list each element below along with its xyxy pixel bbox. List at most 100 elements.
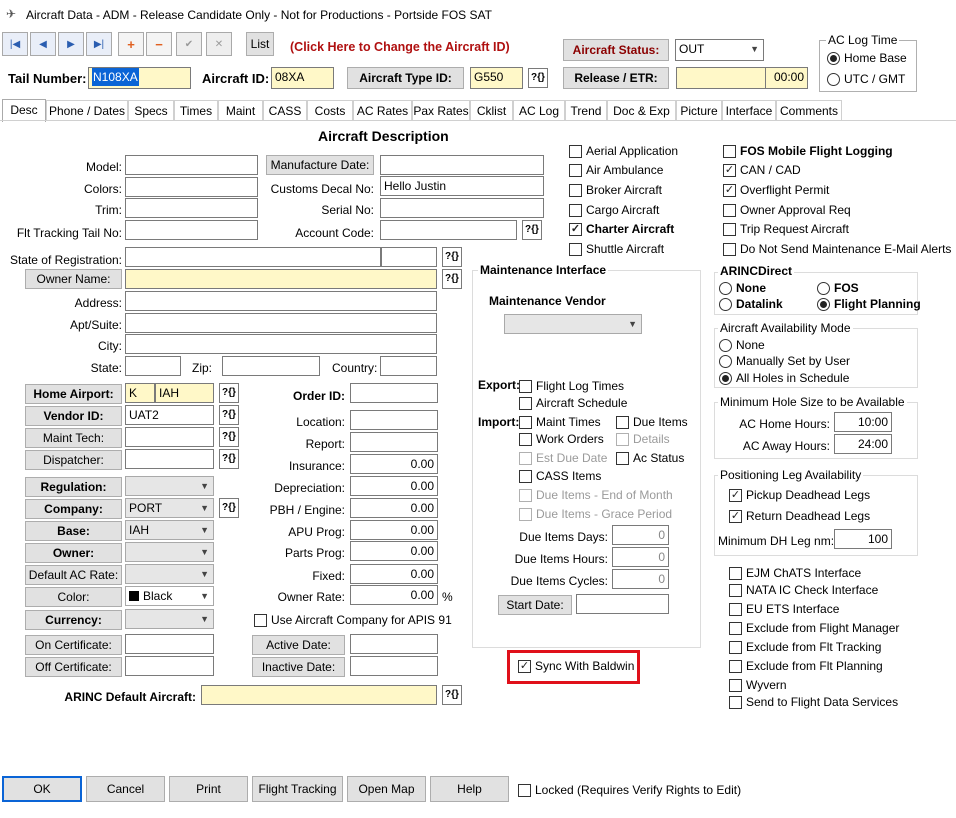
air-ambulance-checkbox[interactable]: Air Ambulance (569, 163, 663, 177)
trip-request-checkbox[interactable]: Trip Request Aircraft (723, 222, 849, 236)
start-date-button[interactable]: Start Date: (498, 595, 572, 615)
on-certificate-field[interactable] (125, 634, 214, 654)
customs-decal-field[interactable]: Hello Justin (380, 176, 544, 196)
charter-aircraft-checkbox[interactable]: ✓ Charter Aircraft (569, 222, 674, 236)
order-id-field[interactable] (350, 383, 438, 403)
due-items-cycles-field[interactable]: 0 (612, 569, 669, 589)
due-items-checkbox[interactable]: Due Items (616, 415, 688, 429)
home-base-radio[interactable]: Home Base (827, 51, 907, 65)
release-time-field[interactable]: 00:00 (765, 67, 808, 89)
due-items-hours-field[interactable]: 0 (612, 547, 669, 567)
tab-ac-rates[interactable]: AC Rates (353, 100, 412, 121)
ac-away-hours-field[interactable]: 24:00 (834, 434, 892, 454)
tail-number-field[interactable]: N108XA (88, 67, 191, 89)
use-company-apis-checkbox[interactable]: Use Aircraft Company for APIS 91 (254, 613, 452, 627)
exclude-flt-tracking-checkbox[interactable]: Exclude from Flt Tracking (729, 640, 881, 654)
owner-name-field[interactable] (125, 269, 437, 289)
send-fds-checkbox[interactable]: Send to Flight Data Services (729, 695, 898, 709)
release-etr-button[interactable]: Release / ETR: (563, 67, 669, 89)
apu-prog-field[interactable]: 0.00 (350, 520, 438, 540)
cargo-aircraft-checkbox[interactable]: Cargo Aircraft (569, 203, 659, 217)
state-registration-lookup-button[interactable]: ?{} (442, 247, 462, 267)
tab-cass[interactable]: CASS (263, 100, 307, 121)
off-certificate-button[interactable]: Off Certificate: (25, 657, 122, 677)
fos-mobile-checkbox[interactable]: FOS Mobile Flight Logging (723, 144, 893, 158)
save-record-button[interactable]: ✔ (176, 32, 202, 56)
color-select[interactable]: Black ▼ (125, 586, 214, 606)
aircraft-id-field[interactable]: 08XA (271, 67, 334, 89)
maint-tech-lookup-button[interactable]: ?{} (219, 427, 239, 447)
flight-tracking-button[interactable]: Flight Tracking (252, 776, 343, 802)
insurance-field[interactable]: 0.00 (350, 454, 438, 474)
aircraft-type-lookup-button[interactable]: ?{} (528, 68, 548, 88)
currency-button[interactable]: Currency: (25, 610, 122, 630)
vendor-id-lookup-button[interactable]: ?{} (219, 405, 239, 425)
color-button[interactable]: Color: (25, 587, 122, 607)
default-ac-rate-button[interactable]: Default AC Rate: (25, 565, 122, 585)
tab-picture[interactable]: Picture (676, 100, 722, 121)
pbh-engine-field[interactable]: 0.00 (350, 498, 438, 518)
tab-doc-exp[interactable]: Doc & Exp (607, 100, 676, 121)
owner-name-lookup-button[interactable]: ?{} (442, 269, 462, 289)
start-date-field[interactable] (576, 594, 669, 614)
on-certificate-button[interactable]: On Certificate: (25, 635, 122, 655)
dispatcher-field[interactable] (125, 449, 214, 469)
sync-baldwin-checkbox[interactable]: ✓ Sync With Baldwin (518, 659, 634, 673)
active-date-button[interactable]: Active Date: (252, 635, 345, 655)
locked-checkbox[interactable]: Locked (Requires Verify Rights to Edit) (518, 783, 741, 797)
dispatcher-lookup-button[interactable]: ?{} (219, 449, 239, 469)
release-date-field[interactable] (676, 67, 766, 89)
arinc-fos-radio[interactable]: FOS (817, 281, 859, 295)
vendor-id-field[interactable]: UAT2 (125, 405, 214, 425)
tab-cklist[interactable]: Cklist (470, 100, 513, 121)
fixed-field[interactable]: 0.00 (350, 564, 438, 584)
owner-select[interactable]: ▼ (125, 542, 214, 562)
currency-select[interactable]: ▼ (125, 609, 214, 629)
active-date-field[interactable] (350, 634, 438, 654)
inactive-date-field[interactable] (350, 656, 438, 676)
tab-times[interactable]: Times (174, 100, 218, 121)
off-certificate-field[interactable] (125, 656, 214, 676)
tab-costs[interactable]: Costs (307, 100, 353, 121)
home-airport-prefix-field[interactable]: K (125, 383, 155, 403)
aircraft-schedule-checkbox[interactable]: Aircraft Schedule (519, 396, 627, 410)
tab-comments[interactable]: Comments (776, 100, 842, 121)
state-registration-field[interactable] (125, 247, 381, 267)
base-select[interactable]: IAH ▼ (125, 520, 214, 540)
est-due-date-checkbox[interactable]: Est Due Date (519, 451, 607, 465)
delete-record-button[interactable]: − (146, 32, 172, 56)
exclude-flt-planning-checkbox[interactable]: Exclude from Flt Planning (729, 659, 883, 673)
availability-all-holes-radio[interactable]: All Holes in Schedule (719, 371, 849, 385)
dispatcher-button[interactable]: Dispatcher: (25, 450, 122, 470)
flt-tracking-field[interactable] (125, 220, 258, 240)
nata-checkbox[interactable]: NATA IC Check Interface (729, 583, 878, 597)
can-cad-checkbox[interactable]: ✓ CAN / CAD (723, 163, 801, 177)
parts-prog-field[interactable]: 0.00 (350, 541, 438, 561)
address-field[interactable] (125, 291, 437, 311)
colors-field[interactable] (125, 177, 258, 197)
arinc-none-radio[interactable]: None (719, 281, 766, 295)
state-registration-code-field[interactable] (381, 247, 437, 267)
owner-approval-checkbox[interactable]: Owner Approval Req (723, 203, 851, 217)
manufacture-date-button[interactable]: Manufacture Date: (266, 155, 374, 175)
home-airport-lookup-button[interactable]: ?{} (219, 383, 239, 403)
aircraft-status-button[interactable]: Aircraft Status: (563, 39, 669, 61)
broker-aircraft-checkbox[interactable]: Broker Aircraft (569, 183, 662, 197)
tab-specs[interactable]: Specs (128, 100, 174, 121)
home-airport-button[interactable]: Home Airport: (25, 384, 122, 404)
pickup-deadhead-checkbox[interactable]: ✓ Pickup Deadhead Legs (729, 488, 870, 502)
min-dh-leg-field[interactable]: 100 (834, 529, 892, 549)
availability-none-radio[interactable]: None (719, 338, 765, 352)
maint-tech-field[interactable] (125, 427, 214, 447)
aircraft-type-id-field[interactable]: G550 (470, 67, 523, 89)
tab-ac-log[interactable]: AC Log (513, 100, 565, 121)
arinc-flight-planning-radio[interactable]: Flight Planning (817, 297, 921, 311)
arinc-default-field[interactable] (201, 685, 437, 705)
regulation-select[interactable]: ▼ (125, 476, 214, 496)
cancel-edit-button[interactable]: ✕ (206, 32, 232, 56)
due-items-eom-checkbox[interactable]: Due Items - End of Month (519, 488, 673, 502)
location-field[interactable] (350, 410, 438, 430)
report-field[interactable] (350, 432, 438, 452)
flight-log-times-checkbox[interactable]: Flight Log Times (519, 379, 624, 393)
ejm-chats-checkbox[interactable]: EJM ChATS Interface (729, 566, 861, 580)
